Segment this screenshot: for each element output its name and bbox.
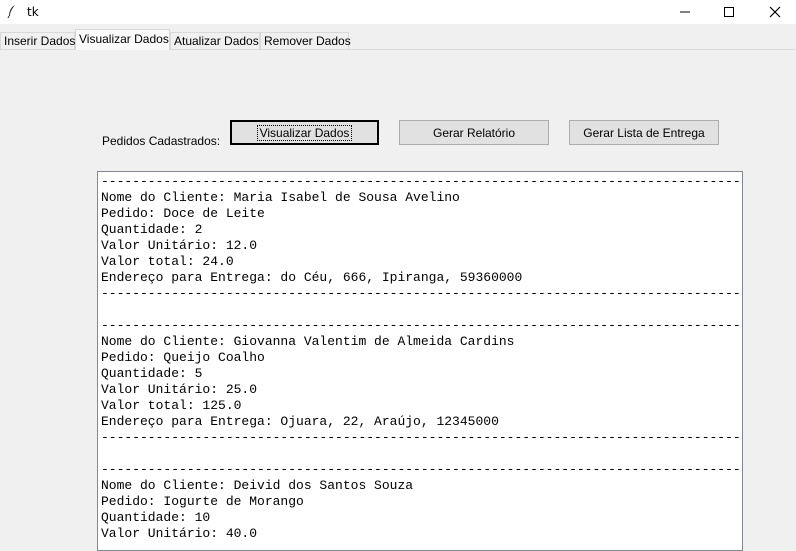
tab-atualizar-dados[interactable]: Atualizar Dados — [170, 32, 260, 49]
title-bar: tk — [0, 0, 796, 24]
view-data-button-label: Visualizar Dados — [256, 124, 353, 141]
minimize-button[interactable] — [662, 0, 708, 24]
close-button[interactable] — [752, 0, 796, 24]
window-title: tk — [27, 5, 39, 19]
orders-text-area[interactable]: ----------------------------------------… — [97, 171, 743, 551]
generate-report-button[interactable]: Gerar Relatório — [399, 120, 549, 145]
feather-icon — [7, 4, 17, 21]
view-data-button[interactable]: Visualizar Dados — [230, 120, 379, 145]
tab-inserir-dados[interactable]: Inserir Dados — [0, 32, 75, 49]
generate-delivery-list-button-label: Gerar Lista de Entrega — [583, 125, 705, 140]
tab-visualizar-dados[interactable]: Visualizar Dados — [75, 29, 170, 50]
orders-text-content: ----------------------------------------… — [101, 174, 741, 541]
maximize-button[interactable] — [706, 0, 752, 24]
generate-report-button-label: Gerar Relatório — [432, 125, 516, 140]
minimize-icon — [680, 11, 690, 13]
generate-delivery-list-button[interactable]: Gerar Lista de Entrega — [569, 120, 719, 145]
orders-label: Pedidos Cadastrados: — [102, 134, 221, 148]
maximize-icon — [724, 7, 734, 17]
tab-remover-dados[interactable]: Remover Dados — [260, 32, 351, 49]
close-icon — [769, 6, 781, 18]
